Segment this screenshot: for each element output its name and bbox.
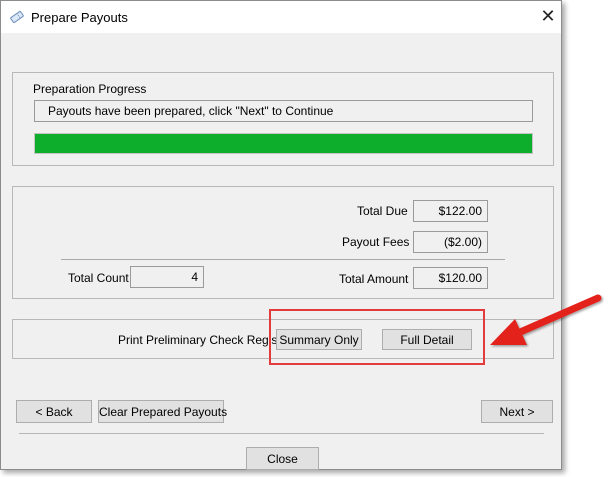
payout-fees-label: Payout Fees — [342, 235, 410, 249]
total-amount-field: $120.00 — [413, 267, 488, 289]
payout-fees-field: ($2.00) — [413, 231, 488, 253]
total-due-label: Total Due — [357, 204, 408, 218]
window-title: Prepare Payouts — [31, 10, 128, 25]
totals-group: Total Due $122.00 Payout Fees ($2.00) To… — [12, 186, 554, 299]
progress-status-field: Payouts have been prepared, click "Next"… — [34, 100, 533, 122]
close-icon[interactable]: ✕ — [539, 7, 557, 25]
highlight-box — [269, 309, 485, 365]
preparation-progress-group: Preparation Progress Payouts have been p… — [12, 72, 554, 166]
progress-bar — [34, 133, 533, 154]
preparation-progress-label: Preparation Progress — [33, 82, 147, 96]
total-amount-label: Total Amount — [339, 272, 409, 286]
title-bar: Prepare Payouts ✕ — [1, 1, 561, 33]
ticket-icon — [10, 10, 24, 24]
pointer-arrow-icon — [490, 294, 602, 345]
next-button[interactable]: Next > — [481, 400, 553, 423]
clear-prepared-payouts-button[interactable]: Clear Prepared Payouts — [98, 400, 227, 423]
bottom-separator — [19, 433, 544, 434]
progress-bar-fill — [35, 134, 532, 153]
separator — [61, 259, 505, 260]
back-button[interactable]: < Back — [16, 400, 92, 423]
total-count-field: 4 — [130, 266, 204, 288]
close-button[interactable]: Close — [246, 447, 319, 470]
print-register-label: Print Preliminary Check Register — [118, 333, 292, 347]
total-due-field: $122.00 — [413, 200, 488, 222]
total-count-label: Total Count — [68, 271, 129, 285]
prepare-payouts-dialog: Prepare Payouts ✕ Preparation Progress P… — [0, 0, 562, 470]
progress-status-text: Payouts have been prepared, click "Next"… — [48, 104, 334, 118]
